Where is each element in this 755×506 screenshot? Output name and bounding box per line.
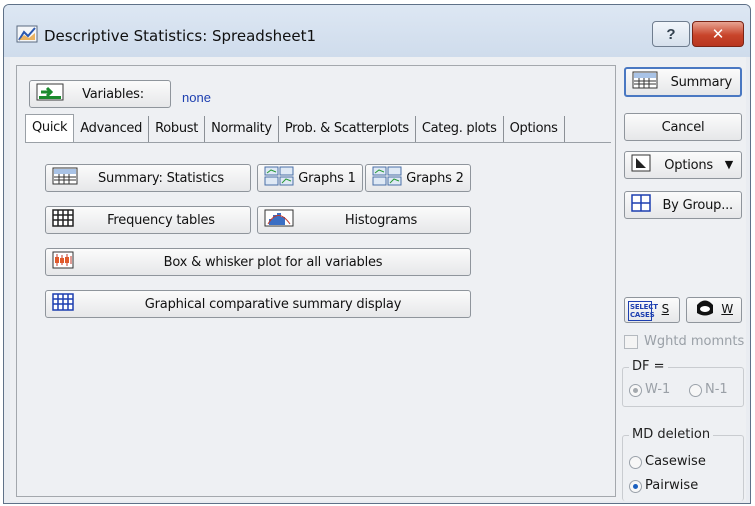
tab-advanced[interactable]: Advanced [74,116,150,142]
casewise-label: Casewise [645,454,706,469]
by-group-icon [631,194,651,216]
select-cases-icon: SELECT CASES [628,301,658,321]
md-deletion-group: MD deletion Casewise Pairwise [622,427,744,501]
md-deletion-label: MD deletion [629,427,714,442]
options-menu-icon [631,154,651,176]
frequency-tables-button[interactable]: Frequency tables [45,206,251,234]
dialog-window: Descriptive Statistics: Spreadsheet1 ? ✕… [3,4,751,504]
graphical-comparative-label: Graphical comparative summary display [144,296,402,312]
variables-icon [36,83,64,105]
box-whisker-button[interactable]: Box & whisker plot for all variables [45,248,471,276]
select-cases-button[interactable]: SELECT CASES S [624,297,680,323]
cancel-label: Cancel [661,119,705,135]
help-button[interactable]: ? [652,21,690,47]
df-n1-label: N-1 [705,382,728,397]
pairwise-label: Pairwise [645,478,699,493]
close-button[interactable]: ✕ [692,21,744,47]
weight-icon [693,298,717,322]
weight-button[interactable]: W [686,297,742,323]
close-icon: ✕ [711,26,725,43]
chart-app-icon [16,25,38,43]
summary-button[interactable]: Summary [624,67,742,97]
df-w1-radio[interactable] [629,384,642,397]
box-whisker-icon [52,251,74,273]
box-whisker-label: Box & whisker plot for all variables [163,254,383,270]
tab-categ-plots[interactable]: Categ. plots [416,116,504,142]
variables-button[interactable]: Variables: [29,80,171,108]
tab-divider [25,142,611,143]
frequency-table-icon [52,209,74,231]
tab-robust[interactable]: Robust [149,116,206,142]
frequency-tables-label: Frequency tables [107,212,215,228]
df-w1-label: W-1 [645,382,671,397]
histograms-button[interactable]: Histograms [257,206,471,234]
summary-statistics-button[interactable]: Summary: Statistics [45,164,251,192]
tab-prob-scatterplots[interactable]: Prob. & Scatterplots [279,116,416,142]
main-panel: Variables: none Quick Advanced Robust No… [16,65,616,497]
df-n1-radio[interactable] [689,384,702,397]
weighted-moments-checkbox[interactable] [624,335,638,349]
graphs-2-button[interactable]: Graphs 2 [365,164,471,192]
dropdown-arrow-icon: ▼ [724,158,733,171]
graphical-comparative-button[interactable]: Graphical comparative summary display [45,290,471,318]
variables-value: none [182,90,211,105]
graphs-1-button[interactable]: Graphs 1 [257,164,363,192]
graphs-2-icon [372,166,402,190]
pairwise-radio[interactable] [629,480,642,493]
graphs-1-icon [264,166,294,190]
weighted-moments-label: Wghtd momnts [644,334,745,349]
casewise-radio[interactable] [629,456,642,469]
tab-strip: Quick Advanced Robust Normality Prob. & … [25,114,565,142]
tab-options[interactable]: Options [504,116,565,142]
title-bar[interactable]: Descriptive Statistics: Spreadsheet1 ? ✕ [4,5,750,57]
histogram-icon [264,209,294,231]
dialog-client-area: Variables: none Quick Advanced Robust No… [10,57,746,501]
summary-table-icon [52,167,78,189]
tab-normality[interactable]: Normality [205,116,279,142]
by-group-button[interactable]: By Group... [624,191,742,219]
tab-quick[interactable]: Quick [25,114,75,142]
df-group: DF = W-1 N-1 [622,359,744,407]
window-title: Descriptive Statistics: Spreadsheet1 [44,27,317,45]
cancel-button[interactable]: Cancel [624,113,742,141]
df-label: DF = [629,359,668,374]
summary-icon [632,71,658,93]
help-icon: ? [666,25,676,43]
comparative-grid-icon [52,293,74,315]
select-cases-key: S [661,302,670,316]
weight-key: W [721,302,733,316]
options-button[interactable]: Options ▼ [624,151,742,179]
